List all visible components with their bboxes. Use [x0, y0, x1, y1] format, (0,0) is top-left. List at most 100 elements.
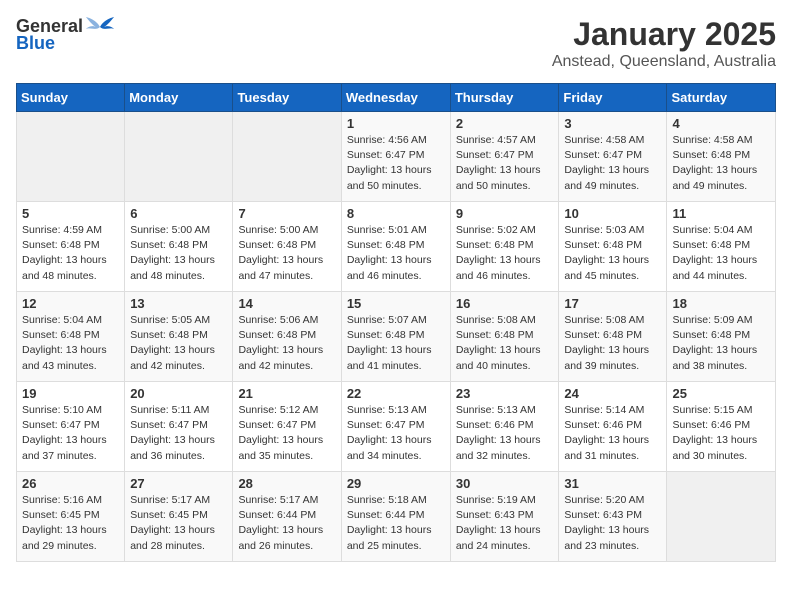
calendar-cell: 28Sunrise: 5:17 AMSunset: 6:44 PMDayligh…: [233, 472, 341, 562]
week-row-1: 1 Sunrise: 4:56 AMSunset: 6:47 PMDaylight…: [17, 112, 776, 202]
weekday-header-saturday: Saturday: [667, 84, 776, 112]
title-block: January 2025 Anstead, Queensland, Austra…: [552, 16, 776, 71]
day-number: 4: [672, 116, 770, 131]
calendar-table: SundayMondayTuesdayWednesdayThursdayFrid…: [16, 83, 776, 562]
day-number: 25: [672, 386, 770, 401]
day-number: 24: [564, 386, 661, 401]
cell-sun-info: Sunrise: 5:15 AMSunset: 6:46 PMDaylight:…: [672, 403, 770, 464]
cell-sun-info: Sunrise: 5:11 AMSunset: 6:47 PMDaylight:…: [130, 403, 227, 464]
day-number: 19: [22, 386, 119, 401]
cell-sun-info: Sunrise: 5:13 AMSunset: 6:46 PMDaylight:…: [456, 403, 554, 464]
day-number: 1: [347, 116, 445, 131]
day-number: 7: [238, 206, 335, 221]
day-number: 15: [347, 296, 445, 311]
weekday-header-tuesday: Tuesday: [233, 84, 341, 112]
calendar-cell: 5 Sunrise: 4:59 AMSunset: 6:48 PMDaylight…: [17, 202, 125, 292]
calendar-cell: 29 Sunrise: 5:18 AMSunset: 6:44 PMDayligh…: [341, 472, 450, 562]
cell-sun-info: Sunrise: 5:17 AMSunset: 6:44 PMDaylight:…: [238, 493, 335, 554]
calendar-cell: 26 Sunrise: 5:16 AMSunset: 6:45 PMDayligh…: [17, 472, 125, 562]
week-row-3: 12Sunrise: 5:04 AMSunset: 6:48 PMDayligh…: [17, 292, 776, 382]
day-number: 29: [347, 476, 445, 491]
calendar-cell: [233, 112, 341, 202]
day-number: 10: [564, 206, 661, 221]
logo: General Blue: [16, 16, 114, 54]
day-number: 9: [456, 206, 554, 221]
calendar-cell: 21 Sunrise: 5:12 AMSunset: 6:47 PMDayligh…: [233, 382, 341, 472]
cell-sun-info: Sunrise: 5:08 AMSunset: 6:48 PMDaylight:…: [456, 313, 554, 374]
calendar-cell: 15Sunrise: 5:07 AMSunset: 6:48 PMDayligh…: [341, 292, 450, 382]
calendar-cell: 30Sunrise: 5:19 AMSunset: 6:43 PMDayligh…: [450, 472, 559, 562]
calendar-cell: 9 Sunrise: 5:02 AMSunset: 6:48 PMDaylight…: [450, 202, 559, 292]
calendar-cell: 18Sunrise: 5:09 AMSunset: 6:48 PMDayligh…: [667, 292, 776, 382]
day-number: 13: [130, 296, 227, 311]
calendar-cell: 25 Sunrise: 5:15 AMSunset: 6:46 PMDayligh…: [667, 382, 776, 472]
cell-sun-info: Sunrise: 5:00 AMSunset: 6:48 PMDaylight:…: [238, 223, 335, 284]
cell-sun-info: Sunrise: 5:16 AMSunset: 6:45 PMDaylight:…: [22, 493, 119, 554]
cell-sun-info: Sunrise: 5:10 AMSunset: 6:47 PMDaylight:…: [22, 403, 119, 464]
cell-sun-info: Sunrise: 5:05 AMSunset: 6:48 PMDaylight:…: [130, 313, 227, 374]
day-number: 27: [130, 476, 227, 491]
day-number: 5: [22, 206, 119, 221]
cell-sun-info: Sunrise: 5:03 AMSunset: 6:48 PMDaylight:…: [564, 223, 661, 284]
day-number: 17: [564, 296, 661, 311]
calendar-cell: [125, 112, 233, 202]
cell-sun-info: Sunrise: 4:58 AMSunset: 6:47 PMDaylight:…: [564, 133, 661, 194]
week-row-2: 5 Sunrise: 4:59 AMSunset: 6:48 PMDaylight…: [17, 202, 776, 292]
logo-bird-icon: [86, 17, 114, 37]
weekday-header-friday: Friday: [559, 84, 667, 112]
day-number: 3: [564, 116, 661, 131]
calendar-cell: 4 Sunrise: 4:58 AMSunset: 6:48 PMDaylight…: [667, 112, 776, 202]
weekday-header-wednesday: Wednesday: [341, 84, 450, 112]
calendar-cell: 23 Sunrise: 5:13 AMSunset: 6:46 PMDayligh…: [450, 382, 559, 472]
calendar-cell: [667, 472, 776, 562]
cell-sun-info: Sunrise: 5:13 AMSunset: 6:47 PMDaylight:…: [347, 403, 445, 464]
weekday-header-row: SundayMondayTuesdayWednesdayThursdayFrid…: [17, 84, 776, 112]
cell-sun-info: Sunrise: 5:04 AMSunset: 6:48 PMDaylight:…: [672, 223, 770, 284]
day-number: 23: [456, 386, 554, 401]
calendar-cell: 1 Sunrise: 4:56 AMSunset: 6:47 PMDaylight…: [341, 112, 450, 202]
calendar-cell: 24 Sunrise: 5:14 AMSunset: 6:46 PMDayligh…: [559, 382, 667, 472]
week-row-4: 19 Sunrise: 5:10 AMSunset: 6:47 PMDayligh…: [17, 382, 776, 472]
calendar-cell: 16 Sunrise: 5:08 AMSunset: 6:48 PMDayligh…: [450, 292, 559, 382]
cell-sun-info: Sunrise: 4:58 AMSunset: 6:48 PMDaylight:…: [672, 133, 770, 194]
cell-sun-info: Sunrise: 5:02 AMSunset: 6:48 PMDaylight:…: [456, 223, 554, 284]
weekday-header-sunday: Sunday: [17, 84, 125, 112]
calendar-cell: 6 Sunrise: 5:00 AMSunset: 6:48 PMDaylight…: [125, 202, 233, 292]
cell-sun-info: Sunrise: 4:56 AMSunset: 6:47 PMDaylight:…: [347, 133, 445, 194]
calendar-cell: 3 Sunrise: 4:58 AMSunset: 6:47 PMDaylight…: [559, 112, 667, 202]
calendar-cell: 31 Sunrise: 5:20 AMSunset: 6:43 PMDayligh…: [559, 472, 667, 562]
cell-sun-info: Sunrise: 5:17 AMSunset: 6:45 PMDaylight:…: [130, 493, 227, 554]
day-number: 6: [130, 206, 227, 221]
cell-sun-info: Sunrise: 5:00 AMSunset: 6:48 PMDaylight:…: [130, 223, 227, 284]
calendar-cell: 22 Sunrise: 5:13 AMSunset: 6:47 PMDayligh…: [341, 382, 450, 472]
calendar-title: January 2025: [552, 16, 776, 53]
cell-sun-info: Sunrise: 5:04 AMSunset: 6:48 PMDaylight:…: [22, 313, 119, 374]
cell-sun-info: Sunrise: 5:18 AMSunset: 6:44 PMDaylight:…: [347, 493, 445, 554]
cell-sun-info: Sunrise: 4:59 AMSunset: 6:48 PMDaylight:…: [22, 223, 119, 284]
day-number: 21: [238, 386, 335, 401]
cell-sun-info: Sunrise: 5:20 AMSunset: 6:43 PMDaylight:…: [564, 493, 661, 554]
day-number: 20: [130, 386, 227, 401]
calendar-cell: 11Sunrise: 5:04 AMSunset: 6:48 PMDayligh…: [667, 202, 776, 292]
cell-sun-info: Sunrise: 4:57 AMSunset: 6:47 PMDaylight:…: [456, 133, 554, 194]
cell-sun-info: Sunrise: 5:01 AMSunset: 6:48 PMDaylight:…: [347, 223, 445, 284]
day-number: 16: [456, 296, 554, 311]
cell-sun-info: Sunrise: 5:12 AMSunset: 6:47 PMDaylight:…: [238, 403, 335, 464]
cell-sun-info: Sunrise: 5:06 AMSunset: 6:48 PMDaylight:…: [238, 313, 335, 374]
calendar-cell: 10 Sunrise: 5:03 AMSunset: 6:48 PMDayligh…: [559, 202, 667, 292]
day-number: 22: [347, 386, 445, 401]
day-number: 14: [238, 296, 335, 311]
page-header: General Blue January 2025 Anstead, Queen…: [16, 16, 776, 71]
calendar-cell: 14 Sunrise: 5:06 AMSunset: 6:48 PMDayligh…: [233, 292, 341, 382]
cell-sun-info: Sunrise: 5:14 AMSunset: 6:46 PMDaylight:…: [564, 403, 661, 464]
calendar-cell: 8Sunrise: 5:01 AMSunset: 6:48 PMDaylight…: [341, 202, 450, 292]
calendar-cell: 20 Sunrise: 5:11 AMSunset: 6:47 PMDayligh…: [125, 382, 233, 472]
day-number: 18: [672, 296, 770, 311]
calendar-subtitle: Anstead, Queensland, Australia: [552, 53, 776, 71]
weekday-header-thursday: Thursday: [450, 84, 559, 112]
day-number: 2: [456, 116, 554, 131]
day-number: 26: [22, 476, 119, 491]
week-row-5: 26 Sunrise: 5:16 AMSunset: 6:45 PMDayligh…: [17, 472, 776, 562]
day-number: 31: [564, 476, 661, 491]
calendar-cell: 7 Sunrise: 5:00 AMSunset: 6:48 PMDaylight…: [233, 202, 341, 292]
